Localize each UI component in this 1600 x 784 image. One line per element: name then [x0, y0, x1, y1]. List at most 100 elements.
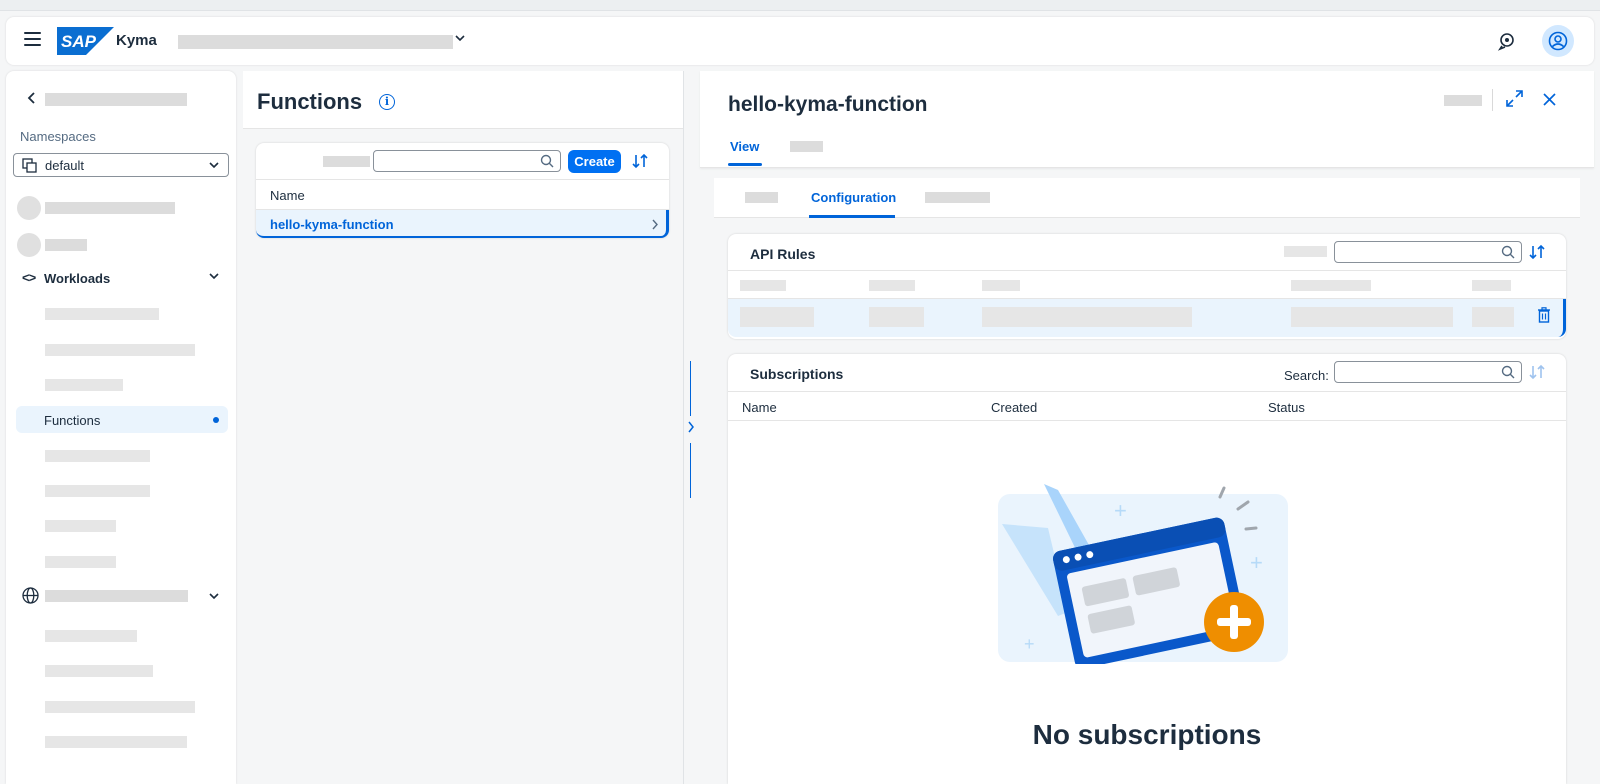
search-icon [1501, 245, 1515, 259]
namespaces-label: Namespaces [20, 129, 96, 144]
search-input[interactable] [1334, 241, 1522, 263]
search-input[interactable] [1334, 361, 1522, 383]
menu-icon[interactable] [24, 32, 41, 50]
chevron-right-icon[interactable] [687, 421, 695, 433]
cell-placeholder [869, 307, 924, 327]
detail-header: hello-kyma-function View [700, 71, 1594, 168]
table-row[interactable] [728, 299, 1566, 337]
subtab-placeholder[interactable] [745, 192, 778, 203]
search-label: Search: [1284, 368, 1329, 383]
code-icon: <> [22, 270, 36, 285]
empty-state-illustration: + + + [998, 484, 1288, 664]
nav-item-placeholder[interactable] [45, 485, 150, 497]
sidebar-item-functions[interactable]: Functions [16, 406, 228, 433]
globe-icon [22, 587, 39, 604]
workloads-label: Workloads [44, 271, 111, 286]
tab-configuration[interactable]: Configuration [811, 190, 896, 205]
chevron-right-icon [652, 219, 658, 230]
nav-icon-placeholder [17, 233, 41, 257]
nav-item-placeholder[interactable] [45, 239, 87, 251]
table-header: Name Created Status [728, 391, 1566, 421]
shellbar: SAP Kyma [6, 17, 1594, 65]
tab-active-indicator [728, 163, 762, 166]
selected-indicator [213, 417, 219, 423]
nav-item-placeholder[interactable] [45, 520, 116, 532]
sap-logo[interactable]: SAP [57, 27, 114, 55]
api-rules-card: API Rules [728, 234, 1566, 339]
sort-icon[interactable] [1528, 244, 1546, 260]
subscriptions-card: Subscriptions Search: Name Created Statu… [728, 354, 1566, 784]
svg-text:SAP: SAP [61, 32, 97, 51]
nav-item-placeholder[interactable] [45, 630, 137, 642]
nav-item-placeholder[interactable] [45, 665, 153, 677]
namespace-select[interactable]: default [13, 153, 229, 177]
nav-group-placeholder[interactable] [20, 586, 230, 606]
functions-label: Functions [44, 413, 101, 428]
svg-text:+: + [1114, 498, 1127, 523]
info-icon[interactable]: i [379, 94, 395, 110]
product-name: Kyma [116, 32, 157, 49]
subtab-placeholder[interactable] [925, 192, 990, 203]
column-header-status[interactable]: Status [1268, 400, 1305, 415]
namespace-icon [22, 158, 37, 173]
table-header [728, 270, 1566, 299]
table-row[interactable]: hello-kyma-function [256, 210, 669, 238]
search-input[interactable] [373, 150, 561, 172]
search-icon [540, 154, 554, 168]
function-name[interactable]: hello-kyma-function [270, 217, 394, 232]
search-label-placeholder [1284, 246, 1327, 257]
column-header-name[interactable]: Name [256, 179, 669, 210]
fullscreen-icon[interactable] [1506, 90, 1523, 107]
sort-icon[interactable] [1528, 364, 1546, 380]
svg-text:+: + [1024, 634, 1035, 654]
tab-active-indicator [809, 215, 895, 218]
cell-placeholder [982, 307, 1192, 327]
column-header-placeholder[interactable] [1472, 280, 1511, 291]
nav-icon-placeholder [17, 196, 41, 220]
sidebar: Namespaces default <> Workloads Function… [6, 71, 236, 784]
nav-item-placeholder[interactable] [45, 450, 150, 462]
namespace-value: default [45, 158, 85, 173]
cell-placeholder [740, 307, 814, 327]
nav-item-placeholder[interactable] [45, 556, 116, 568]
column-splitter[interactable] [683, 71, 697, 784]
delete-icon[interactable] [1537, 307, 1551, 323]
detail-panel: hello-kyma-function View Configuration A… [700, 71, 1594, 784]
tab-view[interactable]: View [730, 139, 759, 154]
column-header-placeholder[interactable] [740, 280, 786, 291]
nav-item-placeholder[interactable] [45, 344, 195, 356]
tab-placeholder[interactable] [790, 141, 823, 152]
nav-item-placeholder[interactable] [45, 308, 159, 320]
back-icon[interactable] [26, 91, 38, 110]
functions-table: Create Name hello-kyma-function [256, 143, 669, 238]
chevron-down-icon [209, 162, 219, 169]
nav-item-placeholder[interactable] [45, 202, 175, 214]
chevron-down-icon [209, 593, 219, 600]
nav-item-placeholder[interactable] [45, 379, 123, 391]
chevron-down-icon[interactable] [454, 32, 466, 47]
nav-item-placeholder[interactable] [45, 701, 195, 713]
context-selector-placeholder[interactable] [178, 35, 453, 49]
search-icon [1501, 365, 1515, 379]
column-header-created[interactable]: Created [991, 400, 1037, 415]
user-icon [1548, 31, 1568, 51]
create-button[interactable]: Create [568, 150, 621, 173]
column-header-placeholder[interactable] [869, 280, 915, 291]
top-strip [0, 0, 1600, 11]
column-header-name[interactable]: Name [742, 400, 777, 415]
subscriptions-title: Subscriptions [750, 366, 844, 382]
detail-title: hello-kyma-function [728, 93, 928, 116]
column-header-placeholder[interactable] [982, 280, 1020, 291]
nav-group-workloads[interactable]: <> Workloads [20, 270, 230, 288]
column-header-placeholder[interactable] [1291, 280, 1371, 291]
feedback-icon[interactable] [1496, 30, 1518, 52]
nav-group-label-placeholder [45, 590, 188, 602]
cell-placeholder [1291, 307, 1453, 327]
sort-icon[interactable] [631, 153, 649, 169]
avatar[interactable] [1542, 25, 1574, 57]
nav-item-placeholder[interactable] [45, 736, 187, 748]
action-placeholder[interactable] [1444, 95, 1482, 106]
close-icon[interactable] [1543, 93, 1556, 106]
page-title: Functions [257, 89, 363, 114]
sub-tabs: Configuration [714, 178, 1580, 218]
